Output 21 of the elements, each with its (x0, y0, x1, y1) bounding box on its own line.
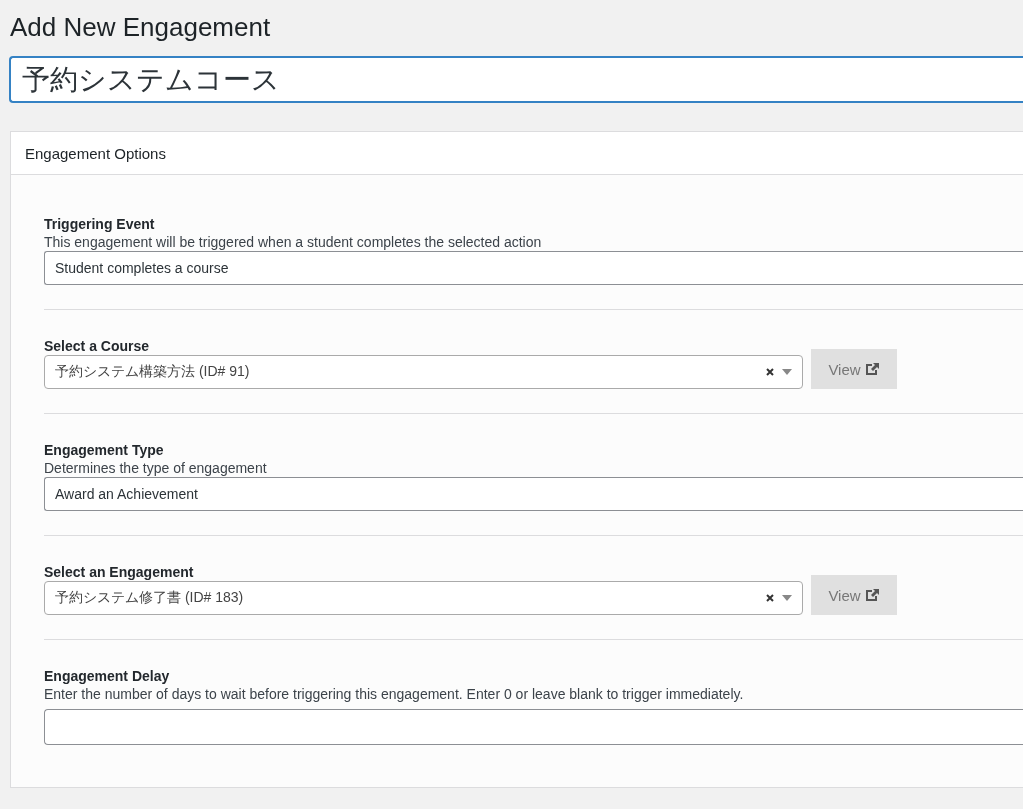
field-label: Engagement Delay (44, 667, 171, 685)
field-description: Determines the type of engagement (44, 459, 268, 477)
combo-dropdown[interactable]: 予約システム構築方法 (ID# 91) (44, 355, 803, 389)
title-field[interactable]: 予約システムコース (9, 56, 1023, 103)
input-field[interactable] (44, 709, 1023, 745)
combo-dropdown[interactable]: 予約システム修了書 (ID# 183) (44, 581, 803, 615)
field-description: Enter the number of days to wait before triggering this engagement. Enter 0 or leave blank to trigger immediately. (44, 685, 745, 703)
select-dropdown[interactable]: Award an Achievement (44, 477, 1023, 511)
field-label: Engagement Type (44, 441, 165, 459)
caret-icon (782, 369, 792, 375)
external-link-icon (864, 362, 880, 376)
field-description: This engagement will be triggered when a student completes the selected action (44, 233, 543, 251)
clear-icon[interactable] (766, 368, 774, 376)
field-label: Select an Engagement (44, 563, 195, 581)
field-label: Triggering Event (44, 215, 156, 233)
caret-icon (782, 595, 792, 601)
page-title: Add New Engagement (10, 11, 272, 44)
clear-icon[interactable] (766, 594, 774, 602)
external-link-icon (864, 588, 880, 602)
field-label: Select a Course (44, 337, 151, 355)
select-dropdown[interactable]: Student completes a course (44, 251, 1023, 285)
